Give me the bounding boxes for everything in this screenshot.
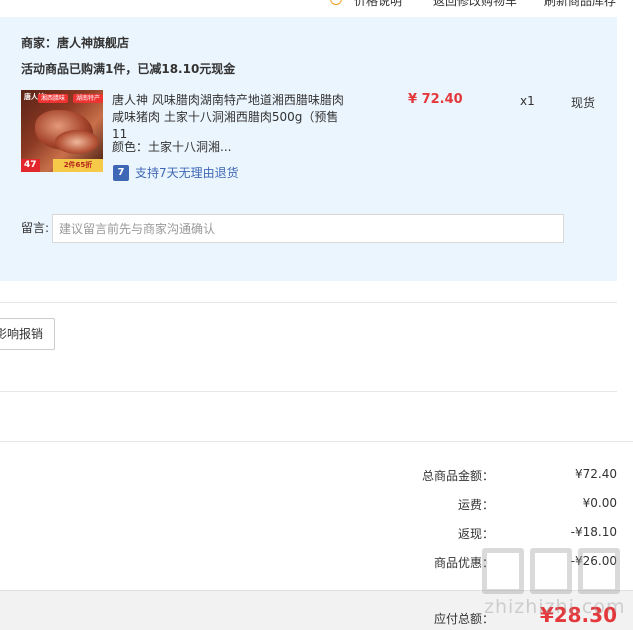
item-quantity: x1 <box>520 94 535 108</box>
summary-row: 运费： ¥0.00 <box>0 496 633 516</box>
remark-input[interactable] <box>52 214 564 243</box>
stock-status: 现货 <box>571 96 596 110</box>
product-color: 颜色：土家十八洞湘... <box>112 140 232 154</box>
back-to-cart-link[interactable]: 返回修改购物车 <box>433 0 517 9</box>
payable-label: 应付总额： <box>433 612 494 626</box>
return-policy-icon: 7 <box>113 165 129 181</box>
item-price: ¥ 72.40 <box>408 92 463 107</box>
product-thumbnail[interactable]: 唐人神 湘西腊味 湖南特产 47 2件65折 <box>21 90 103 172</box>
summary-label: 商品优惠： <box>433 556 494 570</box>
thumb-tag: 湘西腊味 <box>38 94 69 103</box>
summary-row: 返现： -¥18.10 <box>0 525 633 545</box>
summary-label: 运费： <box>457 498 494 512</box>
summary-label: 返现： <box>457 527 494 541</box>
summary-value: ¥72.40 <box>575 467 617 481</box>
remark-label: 留言: <box>21 221 50 235</box>
summary-row: 商品优惠： -¥26.00 <box>0 554 633 574</box>
price-note-link[interactable]: 价格说明 <box>354 0 402 9</box>
summary-label: 总商品金额： <box>421 469 494 483</box>
promo-text: 活动商品已购满1件，已减18.10元现金 <box>21 62 236 76</box>
thumb-price: 47 <box>21 159 40 172</box>
thumb-tag: 湖南特产 <box>73 94 103 103</box>
payable-amount: ¥28.30 <box>539 603 617 627</box>
product-title[interactable]: 唐人神 风味腊肉湖南特产地道湘西腊味腊肉咸味猪肉 土家十八洞湘西腊肉500g（预… <box>112 92 352 143</box>
summary-value: -¥26.00 <box>570 554 617 568</box>
shop-name: 商家：唐人神旗舰店 <box>21 36 130 50</box>
info-icon <box>330 0 342 5</box>
return-policy-text[interactable]: 支持7天无理由退货 <box>135 165 239 181</box>
meat-image <box>55 130 99 154</box>
divider <box>0 391 617 392</box>
payable-bar: 应付总额： ¥28.30 <box>0 590 633 630</box>
summary-value: ¥0.00 <box>582 496 617 510</box>
thumb-sale: 2件65折 <box>53 159 103 172</box>
summary-row: 总商品金额： ¥72.40 <box>0 467 633 487</box>
invoice-button[interactable]: 影响报销 <box>0 318 55 350</box>
top-toolbar: 价格说明 返回修改购物车 刷新商品库存 <box>0 0 633 14</box>
divider <box>0 441 633 442</box>
divider <box>0 302 617 303</box>
summary-value: -¥18.10 <box>570 525 617 539</box>
refresh-stock-link[interactable]: 刷新商品库存 <box>544 0 616 9</box>
